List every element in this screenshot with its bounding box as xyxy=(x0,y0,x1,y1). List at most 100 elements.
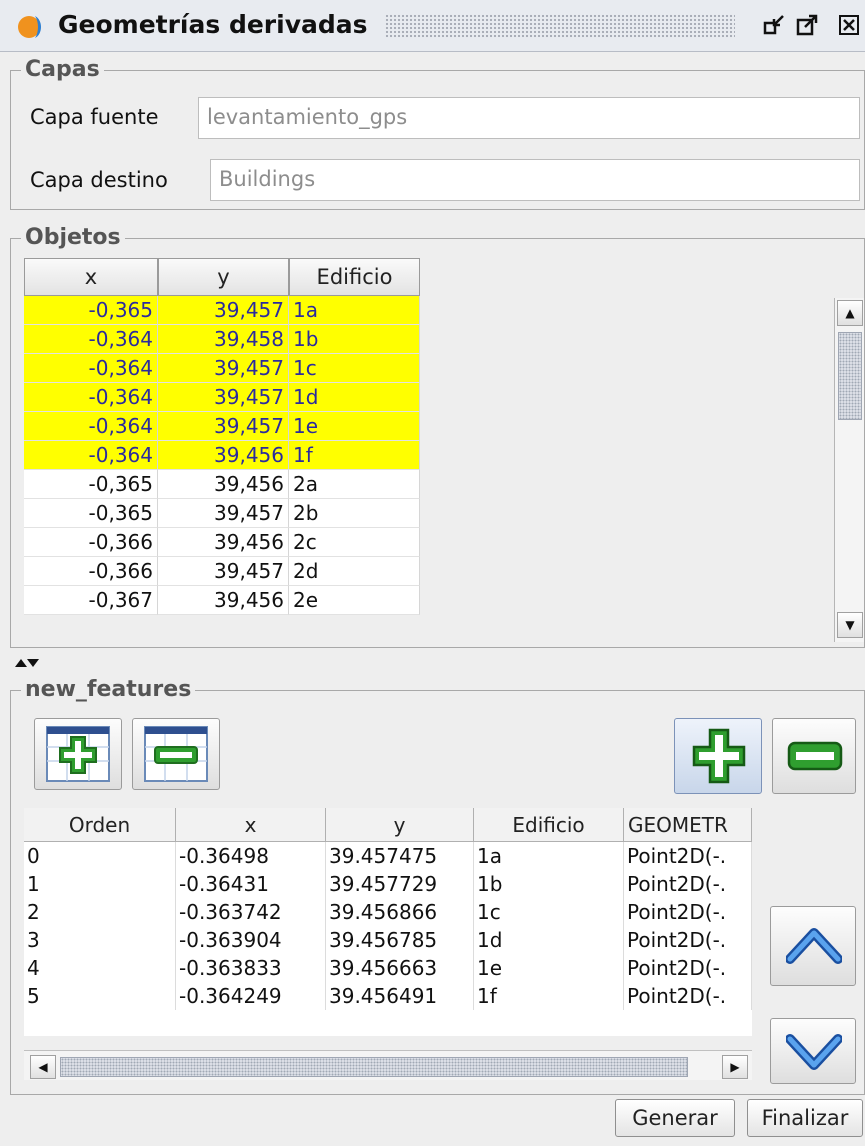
cell-x[interactable]: -0.36498 xyxy=(176,842,326,870)
cell-y[interactable]: 39,456 xyxy=(158,441,289,470)
cell-edificio[interactable]: 2a xyxy=(289,470,420,499)
cell-x[interactable]: -0.363833 xyxy=(176,954,326,982)
cell-edificio[interactable]: 1f xyxy=(289,441,420,470)
cell-x[interactable]: -0,366 xyxy=(24,557,158,586)
cell-edificio[interactable]: 2c xyxy=(289,528,420,557)
column-header-edificio[interactable]: Edificio xyxy=(289,258,420,296)
capa-destino-field[interactable]: Buildings xyxy=(210,159,860,201)
scroll-up-button[interactable]: ▲ xyxy=(837,300,863,326)
cell-y[interactable]: 39.456785 xyxy=(326,926,474,954)
column-header-edificio[interactable]: Edificio xyxy=(474,808,624,842)
cell-orden[interactable]: 5 xyxy=(24,982,176,1010)
column-header-geometry[interactable]: GEOMETR xyxy=(624,808,752,842)
table-row[interactable]: -0,365 39,457 1a xyxy=(24,296,420,325)
column-header-x[interactable]: x xyxy=(176,808,326,842)
cell-y[interactable]: 39,457 xyxy=(158,499,289,528)
cell-edificio[interactable]: 1f xyxy=(474,982,624,1010)
new-features-hscrollbar[interactable]: ◀ ▶ xyxy=(24,1050,752,1080)
cell-x[interactable]: -0.363904 xyxy=(176,926,326,954)
cell-edificio[interactable]: 2e xyxy=(289,586,420,615)
cell-y[interactable]: 39,457 xyxy=(158,383,289,412)
cell-y[interactable]: 39.456663 xyxy=(326,954,474,982)
cell-orden[interactable]: 2 xyxy=(24,898,176,926)
cell-x[interactable]: -0,364 xyxy=(24,354,158,383)
cell-geom[interactable]: Point2D(-. xyxy=(624,982,752,1010)
table-row[interactable]: -0,365 39,456 2a xyxy=(24,470,420,499)
cell-y[interactable]: 39,457 xyxy=(158,354,289,383)
table-row[interactable]: -0,364 39,457 1d xyxy=(24,383,420,412)
cell-x[interactable]: -0.363742 xyxy=(176,898,326,926)
cell-edificio[interactable]: 1e xyxy=(474,954,624,982)
move-down-button[interactable] xyxy=(770,1018,856,1084)
remove-button[interactable] xyxy=(772,718,856,794)
cell-y[interactable]: 39.456866 xyxy=(326,898,474,926)
cell-orden[interactable]: 0 xyxy=(24,842,176,870)
cell-edificio[interactable]: 1b xyxy=(474,870,624,898)
add-table-button[interactable] xyxy=(34,718,122,790)
table-row[interactable]: -0,364 39,457 1c xyxy=(24,354,420,383)
column-header-y[interactable]: y xyxy=(158,258,289,296)
table-row[interactable]: 3 -0.363904 39.456785 1d Point2D(-. xyxy=(24,926,752,955)
cell-y[interactable]: 39,456 xyxy=(158,586,289,615)
cell-edificio[interactable]: 1c xyxy=(474,898,624,926)
objetos-scrollbar[interactable]: ▲ ▼ xyxy=(834,298,864,642)
column-header-y[interactable]: y xyxy=(326,808,474,842)
cell-y[interactable]: 39,457 xyxy=(158,296,289,325)
cell-x[interactable]: -0.364249 xyxy=(176,982,326,1010)
maximize-icon[interactable] xyxy=(796,14,818,36)
add-button[interactable] xyxy=(674,718,762,794)
cell-edificio[interactable]: 1c xyxy=(289,354,420,383)
move-up-button[interactable] xyxy=(770,906,856,986)
table-row[interactable]: 2 -0.363742 39.456866 1c Point2D(-. xyxy=(24,898,752,927)
capa-fuente-field[interactable]: levantamiento_gps xyxy=(198,97,860,139)
scroll-thumb[interactable] xyxy=(838,332,862,420)
cell-x[interactable]: -0,364 xyxy=(24,383,158,412)
cell-x[interactable]: -0,365 xyxy=(24,296,158,325)
cell-edificio[interactable]: 2d xyxy=(289,557,420,586)
table-row[interactable]: 5 -0.364249 39.456491 1f Point2D(-. xyxy=(24,982,752,1011)
cell-geom[interactable]: Point2D(-. xyxy=(624,954,752,982)
cell-y[interactable]: 39,456 xyxy=(158,528,289,557)
table-row[interactable]: -0,364 39,458 1b xyxy=(24,325,420,354)
cell-x[interactable]: -0,365 xyxy=(24,470,158,499)
cell-geom[interactable]: Point2D(-. xyxy=(624,926,752,954)
hscroll-thumb[interactable] xyxy=(60,1057,688,1077)
table-row[interactable]: -0,365 39,457 2b xyxy=(24,499,420,528)
cell-geom[interactable]: Point2D(-. xyxy=(624,870,752,898)
cell-y[interactable]: 39.457475 xyxy=(326,842,474,870)
cell-y[interactable]: 39,457 xyxy=(158,412,289,441)
cell-x[interactable]: -0,367 xyxy=(24,586,158,615)
cell-edificio[interactable]: 1d xyxy=(474,926,624,954)
cell-edificio[interactable]: 2b xyxy=(289,499,420,528)
cell-orden[interactable]: 3 xyxy=(24,926,176,954)
table-row[interactable]: -0,364 39,456 1f xyxy=(24,441,420,470)
cell-orden[interactable]: 4 xyxy=(24,954,176,982)
cell-edificio[interactable]: 1e xyxy=(289,412,420,441)
remove-table-button[interactable] xyxy=(132,718,220,790)
cell-edificio[interactable]: 1b xyxy=(289,325,420,354)
table-row[interactable]: -0,364 39,457 1e xyxy=(24,412,420,441)
cell-orden[interactable]: 1 xyxy=(24,870,176,898)
cell-x[interactable]: -0.36431 xyxy=(176,870,326,898)
split-arrows-icon[interactable] xyxy=(14,656,40,668)
cell-edificio[interactable]: 1d xyxy=(289,383,420,412)
cell-y[interactable]: 39,457 xyxy=(158,557,289,586)
table-row[interactable]: -0,367 39,456 2e xyxy=(24,586,420,615)
cell-x[interactable]: -0,366 xyxy=(24,528,158,557)
cell-x[interactable]: -0,364 xyxy=(24,325,158,354)
cell-geom[interactable]: Point2D(-. xyxy=(624,898,752,926)
generar-button[interactable]: Generar xyxy=(615,1099,735,1137)
table-row[interactable]: -0,366 39,457 2d xyxy=(24,557,420,586)
cell-x[interactable]: -0,364 xyxy=(24,441,158,470)
cell-y[interactable]: 39.456491 xyxy=(326,982,474,1010)
cell-y[interactable]: 39,456 xyxy=(158,470,289,499)
title-bar-grip[interactable] xyxy=(385,14,735,38)
scroll-left-button[interactable]: ◀ xyxy=(30,1055,56,1079)
table-row[interactable]: -0,366 39,456 2c xyxy=(24,528,420,557)
cell-edificio[interactable]: 1a xyxy=(289,296,420,325)
cell-y[interactable]: 39.457729 xyxy=(326,870,474,898)
finalizar-button[interactable]: Finalizar xyxy=(747,1099,863,1137)
cell-x[interactable]: -0,365 xyxy=(24,499,158,528)
table-row[interactable]: 4 -0.363833 39.456663 1e Point2D(-. xyxy=(24,954,752,983)
table-row[interactable]: 1 -0.36431 39.457729 1b Point2D(-. xyxy=(24,870,752,899)
